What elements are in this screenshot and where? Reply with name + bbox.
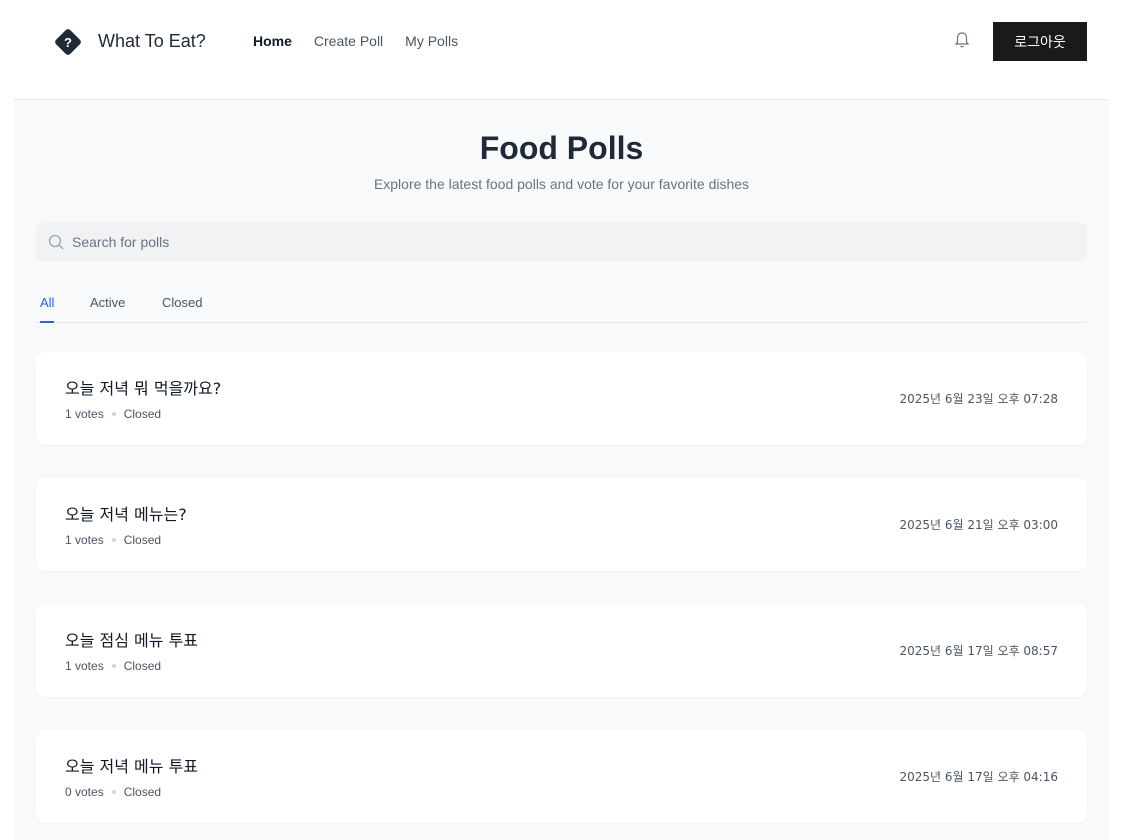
poll-date: 2025년 6월 21일 오후 03:00: [899, 518, 1058, 532]
poll-votes: 1 votes: [65, 407, 104, 421]
poll-status: Closed: [123, 785, 162, 799]
search-bar: [36, 223, 1087, 261]
main-nav: Home Create Poll My Polls: [253, 33, 480, 49]
poll-votes: 1 votes: [65, 659, 104, 673]
poll-title: 오늘 점심 메뉴 투표: [65, 631, 199, 650]
page-title: Food Polls: [479, 130, 644, 166]
poll-meta: 0 votes Closed: [65, 785, 161, 799]
tab-all[interactable]: All: [40, 295, 55, 323]
tab-active[interactable]: Active: [90, 295, 125, 321]
nav-home[interactable]: Home: [253, 33, 292, 49]
app-name[interactable]: What To Eat?: [98, 31, 206, 52]
filter-tabs: All Active Closed: [36, 283, 1087, 323]
poll-card[interactable]: 오늘 저녁 메뉴는? 1 votes Closed 2025년 6월 21일 오…: [36, 478, 1087, 571]
main-content: Food Polls Explore the latest food polls…: [14, 99, 1109, 840]
poll-meta: 1 votes Closed: [65, 407, 161, 421]
poll-title: 오늘 저녁 뭐 먹을까요?: [65, 379, 222, 398]
poll-date: 2025년 6월 17일 오후 08:57: [899, 644, 1058, 658]
poll-votes: 1 votes: [65, 533, 104, 547]
poll-meta: 1 votes Closed: [65, 533, 161, 547]
tab-closed[interactable]: Closed: [162, 295, 202, 321]
poll-title: 오늘 저녁 메뉴는?: [65, 505, 187, 524]
poll-status: Closed: [123, 533, 162, 547]
logout-button[interactable]: 로그아웃: [993, 22, 1087, 61]
poll-card[interactable]: 오늘 저녁 메뉴 투표 0 votes Closed 2025년 6월 17일 …: [36, 730, 1087, 823]
separator-dot: [111, 790, 116, 794]
poll-date: 2025년 6월 23일 오후 07:28: [899, 392, 1058, 406]
search-input[interactable]: [72, 223, 1072, 261]
top-header: ? What To Eat? Home Create Poll My Polls…: [0, 0, 1126, 99]
poll-meta: 1 votes Closed: [65, 659, 161, 673]
question-diamond-icon[interactable]: ?: [53, 27, 83, 57]
poll-date: 2025년 6월 17일 오후 04:16: [899, 770, 1058, 784]
poll-card[interactable]: 오늘 점심 메뉴 투표 1 votes Closed 2025년 6월 17일 …: [36, 604, 1087, 697]
poll-title: 오늘 저녁 메뉴 투표: [65, 757, 199, 776]
nav-my-polls[interactable]: My Polls: [405, 33, 458, 49]
separator-dot: [111, 412, 116, 416]
poll-card[interactable]: 오늘 저녁 뭐 먹을까요? 1 votes Closed 2025년 6월 23…: [36, 352, 1087, 445]
svg-text:?: ?: [64, 35, 72, 50]
nav-create-poll[interactable]: Create Poll: [314, 33, 383, 49]
search-icon: [48, 234, 64, 250]
poll-status: Closed: [123, 407, 162, 421]
separator-dot: [111, 538, 116, 542]
bell-icon[interactable]: [952, 30, 972, 50]
poll-votes: 0 votes: [65, 785, 104, 799]
page-subtitle: Explore the latest food polls and vote f…: [373, 176, 750, 192]
separator-dot: [111, 664, 116, 668]
poll-status: Closed: [123, 659, 162, 673]
